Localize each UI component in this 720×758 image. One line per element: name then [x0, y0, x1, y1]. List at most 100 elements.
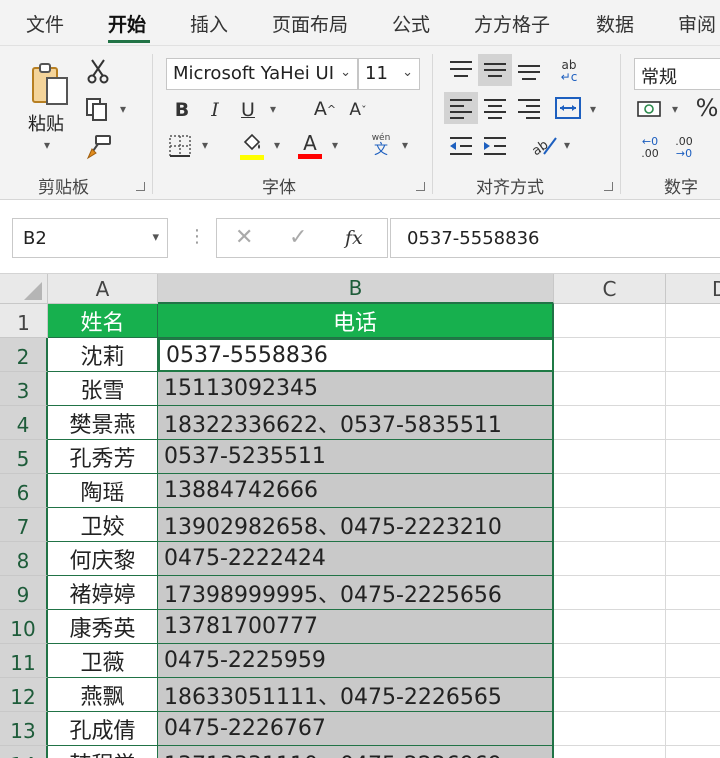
cell-d[interactable] [666, 474, 720, 508]
decrease-decimal-button[interactable]: .00 →0 [670, 134, 698, 162]
bold-button[interactable]: B [172, 98, 192, 122]
wrap-text-button[interactable]: ab ↵c [554, 56, 584, 86]
cell-c[interactable] [554, 610, 666, 644]
insert-function-button[interactable]: fx [345, 227, 363, 249]
cell-c[interactable] [554, 576, 666, 610]
row-header[interactable]: 10 [0, 610, 48, 644]
accounting-format-icon[interactable] [636, 98, 662, 120]
copy-icon[interactable] [84, 96, 110, 122]
italic-button[interactable]: I [206, 98, 224, 122]
increase-indent-icon[interactable] [482, 134, 508, 158]
name-box[interactable]: B2 ▾ [12, 218, 168, 258]
cell-d[interactable] [666, 508, 720, 542]
cell-c[interactable] [554, 746, 666, 758]
column-header-c[interactable]: C [554, 274, 666, 304]
borders-dropdown-icon[interactable]: ▾ [202, 138, 208, 152]
alignment-dialog-launcher[interactable] [604, 182, 613, 191]
copy-dropdown-icon[interactable]: ▾ [120, 102, 126, 116]
column-header-a[interactable]: A [48, 274, 158, 304]
align-center-icon[interactable] [482, 96, 508, 120]
name-cell[interactable]: 康秀英 [48, 610, 158, 644]
underline-button[interactable]: U [238, 98, 258, 122]
row-header[interactable]: 2 [0, 338, 48, 372]
cell-c[interactable] [554, 338, 666, 372]
tab-review[interactable]: 审阅 [678, 10, 716, 37]
cell-d[interactable] [666, 746, 720, 758]
underline-dropdown-icon[interactable]: ▾ [270, 102, 276, 116]
cell-d[interactable] [666, 406, 720, 440]
percent-style-button[interactable]: % [694, 94, 720, 122]
phone-cell[interactable]: 0475-2222424 [158, 542, 554, 576]
cell-c[interactable] [554, 508, 666, 542]
cell-c[interactable] [554, 304, 666, 338]
tab-data[interactable]: 数据 [596, 10, 634, 37]
row-header[interactable]: 8 [0, 542, 48, 576]
cell-c[interactable] [554, 644, 666, 678]
more-options-icon[interactable]: ⋮ [188, 226, 206, 247]
cell-c[interactable] [554, 542, 666, 576]
phone-cell[interactable]: 13884742666 [158, 474, 554, 508]
number-format-combo[interactable]: 常规 [634, 58, 720, 90]
enter-icon[interactable]: ✓ [289, 225, 307, 250]
cell-c[interactable] [554, 440, 666, 474]
merge-center-icon[interactable] [554, 96, 582, 120]
phone-cell[interactable]: 0475-2225959 [158, 644, 554, 678]
cell-d[interactable] [666, 610, 720, 644]
font-name-combo[interactable]: Microsoft YaHei UI ⌄ [166, 58, 358, 90]
row-header[interactable]: 12 [0, 678, 48, 712]
row-header[interactable]: 4 [0, 406, 48, 440]
row-header[interactable]: 11 [0, 644, 48, 678]
accounting-dropdown-icon[interactable]: ▾ [672, 102, 678, 116]
phone-cell[interactable]: 0537-5235511 [158, 440, 554, 474]
name-cell[interactable]: 韩程学 [48, 746, 158, 758]
align-top-icon[interactable] [448, 58, 474, 82]
phone-cell[interactable]: 17398999995、0475-2225656 [158, 576, 554, 610]
cancel-icon[interactable]: ✕ [235, 225, 253, 250]
phone-cell[interactable]: 0475-2226767 [158, 712, 554, 746]
orientation-dropdown-icon[interactable]: ▾ [564, 138, 570, 152]
font-size-combo[interactable]: 11 ⌄ [358, 58, 420, 90]
phone-cell[interactable]: 13713331110、0475-2226969 [158, 746, 554, 758]
cell-c[interactable] [554, 406, 666, 440]
name-cell[interactable]: 褚婷婷 [48, 576, 158, 610]
select-all-corner[interactable] [0, 274, 48, 304]
name-cell[interactable]: 樊景燕 [48, 406, 158, 440]
phone-cell[interactable]: 13781700777 [158, 610, 554, 644]
column-header-d[interactable]: D [666, 274, 720, 304]
increase-font-size-button[interactable]: A ^ [312, 96, 338, 122]
align-right-icon[interactable] [516, 96, 542, 120]
borders-icon[interactable] [168, 134, 192, 158]
format-painter-icon[interactable] [86, 134, 112, 160]
cell-d[interactable] [666, 712, 720, 746]
tab-formulas[interactable]: 公式 [392, 10, 430, 37]
align-left-icon[interactable] [448, 96, 474, 120]
name-cell[interactable]: 孔成倩 [48, 712, 158, 746]
orientation-icon[interactable]: ab [530, 132, 558, 158]
tab-insert[interactable]: 插入 [190, 10, 228, 37]
align-bottom-icon[interactable] [516, 58, 542, 82]
header-cell-phone[interactable]: 电话 [158, 304, 554, 338]
name-cell[interactable]: 沈莉 [48, 338, 158, 372]
cell-d[interactable] [666, 644, 720, 678]
cell-d[interactable] [666, 372, 720, 406]
cell-c[interactable] [554, 678, 666, 712]
name-cell[interactable]: 卫姣 [48, 508, 158, 542]
name-cell[interactable]: 陶瑶 [48, 474, 158, 508]
name-cell[interactable]: 燕飘 [48, 678, 158, 712]
paste-dropdown-icon[interactable]: ▾ [44, 138, 50, 152]
name-cell[interactable]: 卫薇 [48, 644, 158, 678]
tab-fangfang-grid[interactable]: 方方格子 [474, 10, 550, 37]
row-header[interactable]: 13 [0, 712, 48, 746]
row-header[interactable]: 14 [0, 746, 48, 758]
increase-decimal-button[interactable]: ←0 .00 [636, 134, 664, 162]
cell-d[interactable] [666, 304, 720, 338]
row-header[interactable]: 3 [0, 372, 48, 406]
header-cell-name[interactable]: 姓名 [48, 304, 158, 338]
cut-icon[interactable] [86, 58, 110, 84]
paste-button[interactable]: 粘贴 ▾ [26, 60, 76, 160]
decrease-font-size-button[interactable]: Aˇ [346, 98, 370, 122]
fill-color-dropdown-icon[interactable]: ▾ [274, 138, 280, 152]
name-cell[interactable]: 张雪 [48, 372, 158, 406]
tab-home[interactable]: 开始 [108, 10, 146, 37]
cell-d[interactable] [666, 542, 720, 576]
